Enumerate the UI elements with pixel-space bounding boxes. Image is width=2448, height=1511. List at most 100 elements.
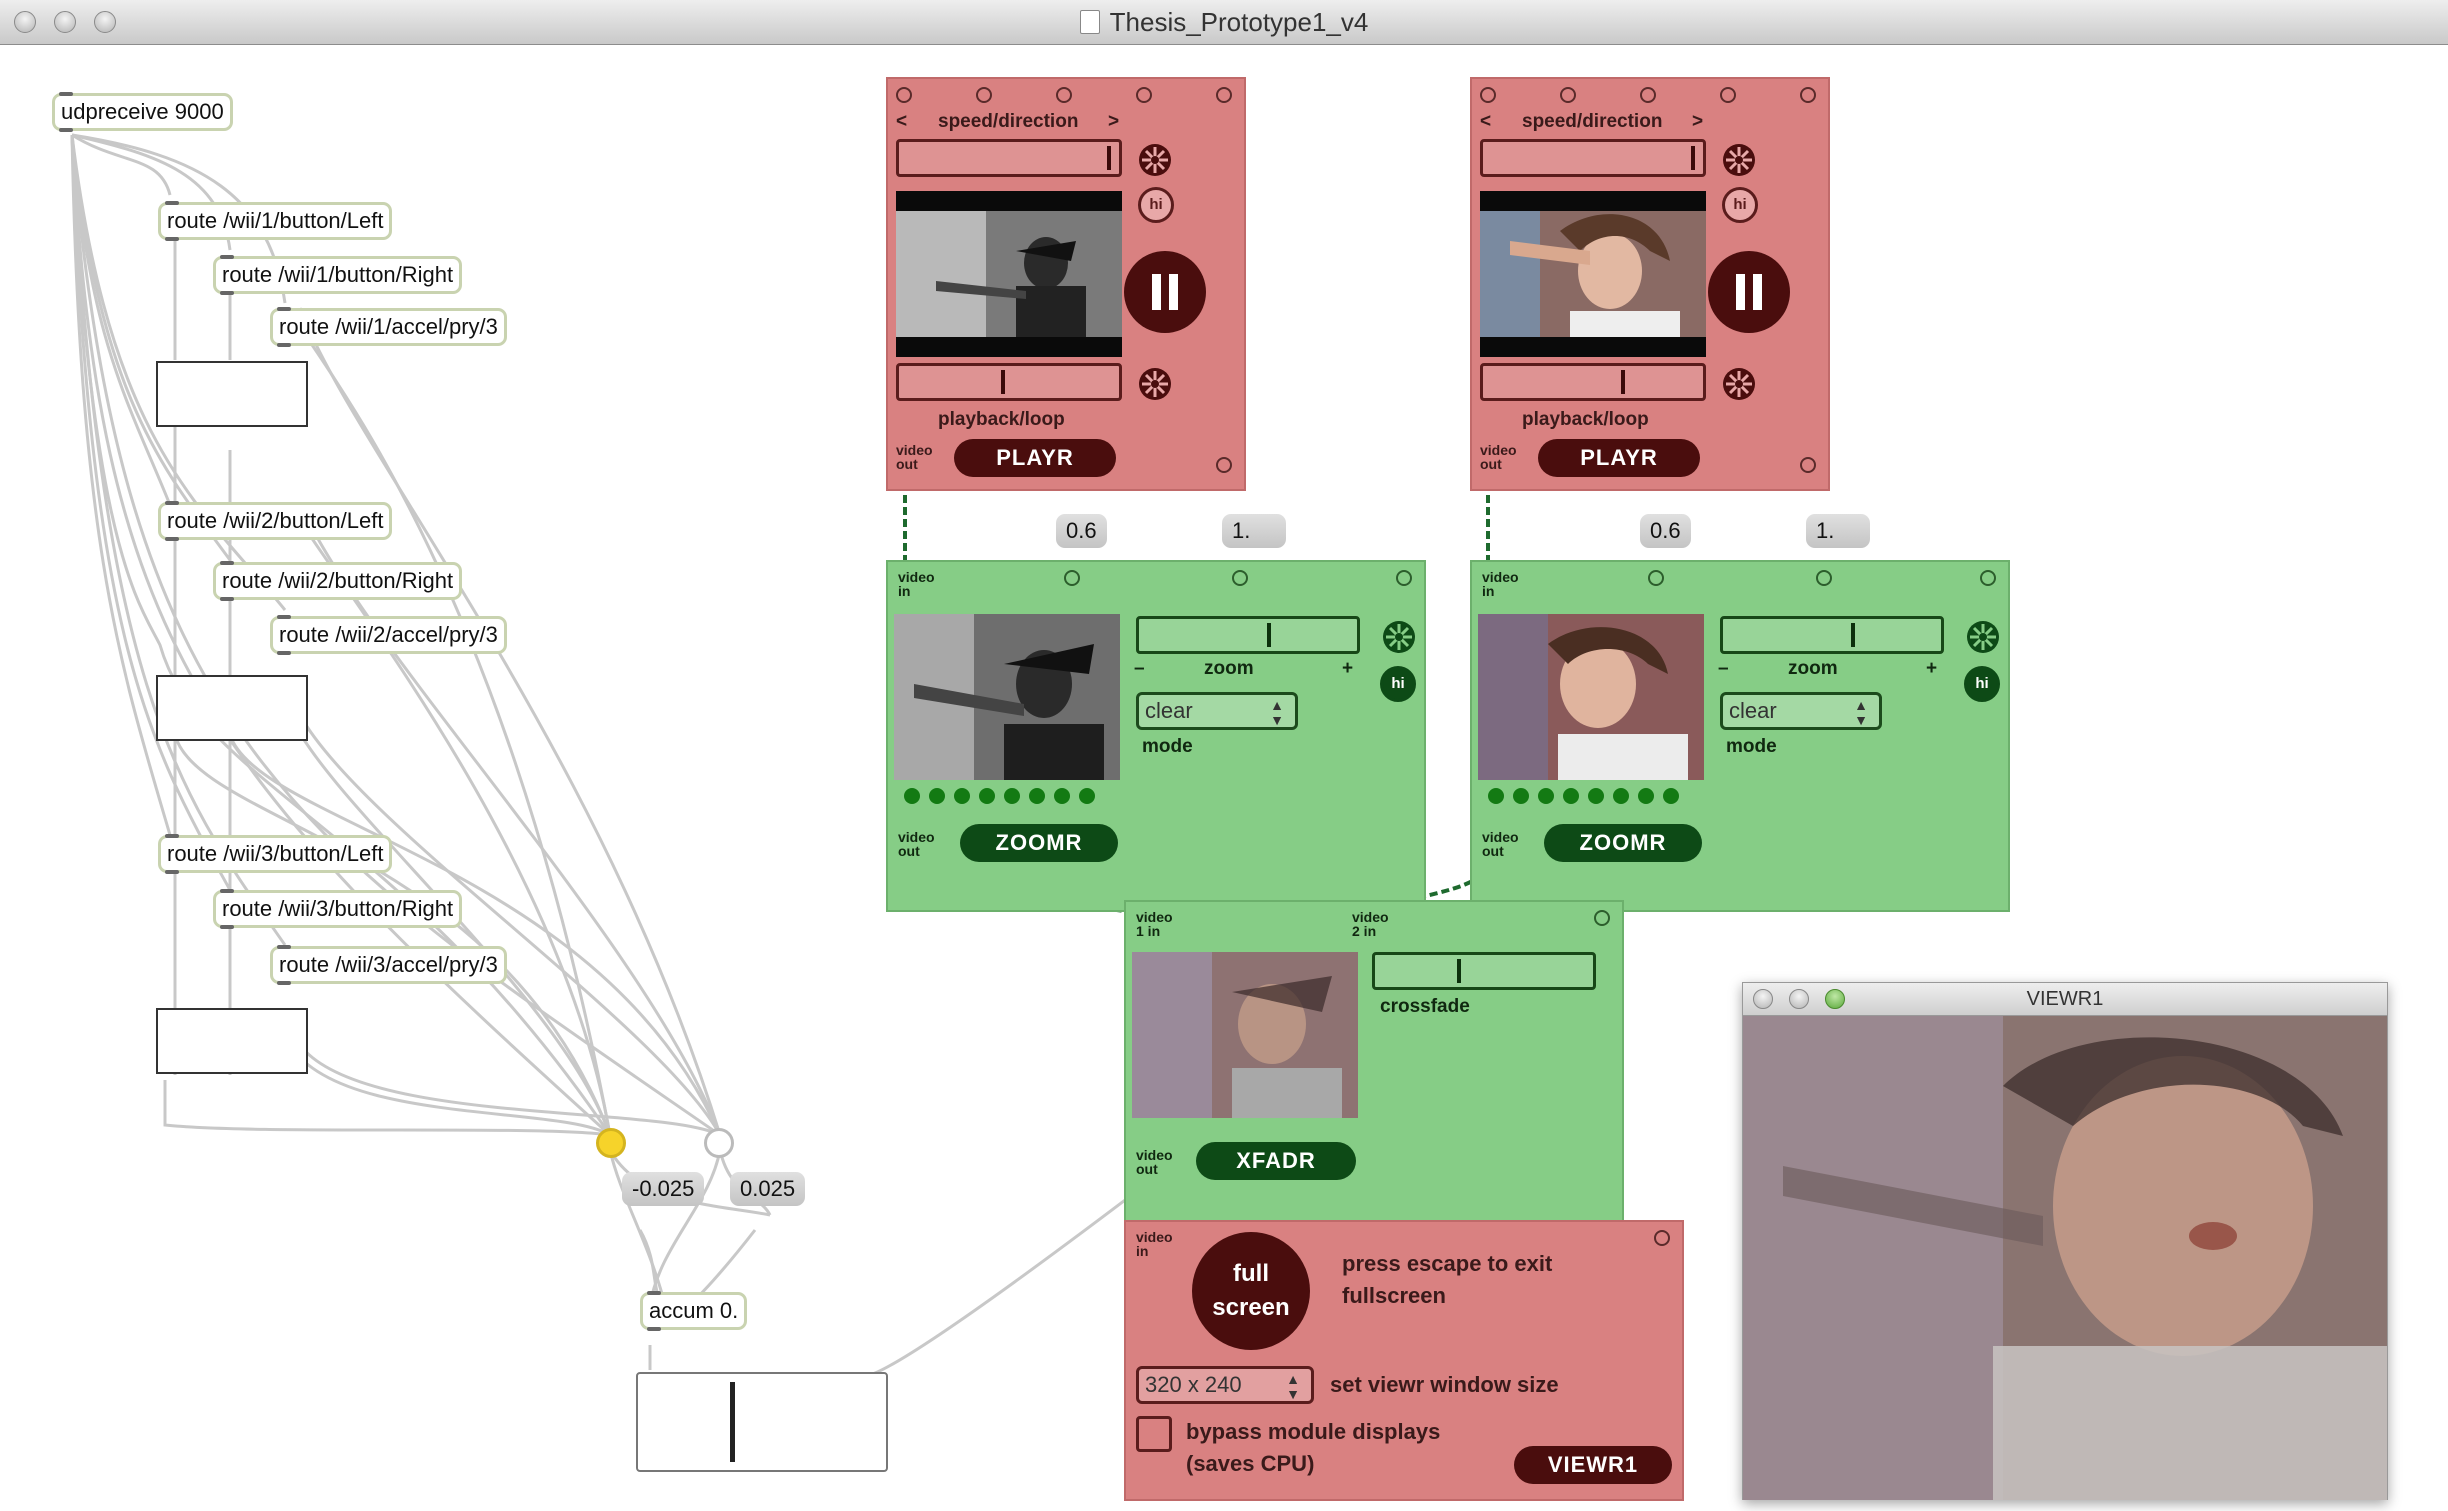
playr1-playback-knob[interactable] (1001, 370, 1005, 394)
route-wii2-right-object[interactable]: route /wii/2/button/Right (213, 561, 463, 601)
number-box-negative[interactable]: -0.025 (622, 1172, 705, 1206)
zoomr2-inlet-3[interactable] (1816, 570, 1832, 586)
zoomr2-inlet-4[interactable] (1980, 570, 1996, 586)
zoomr1-inlet-4[interactable] (1396, 570, 1412, 586)
playr2-hi-button[interactable]: hi (1722, 187, 1758, 223)
playr2-loop-gear-icon[interactable] (1720, 365, 1758, 403)
playr2-playback-knob[interactable] (1621, 370, 1625, 394)
zoomr1-number-b[interactable]: 1. (1222, 514, 1286, 548)
udpreceive-object[interactable]: udpreceive 9000 (52, 92, 233, 132)
zoomr2-video-out-label: video out (1482, 830, 1519, 858)
zoomr1-mode-dropdown[interactable]: clear ▲ ▼ (1136, 692, 1298, 730)
subpatch-box-2[interactable] (156, 675, 308, 741)
playr2-speed-knob[interactable] (1691, 146, 1695, 170)
subpatch-box-3[interactable] (156, 1008, 308, 1074)
escape-line1: press escape to exit (1342, 1251, 1553, 1276)
zoomr1-number-a[interactable]: 0.6 (1056, 514, 1107, 548)
playr1-loop-gear-icon[interactable] (1136, 365, 1174, 403)
zoomr2-name-button[interactable]: ZOOMR (1544, 824, 1702, 862)
playr2-video-out-label: video out (1480, 443, 1517, 471)
route-wii2-accel-object[interactable]: route /wii/2/accel/pry/3 (270, 615, 507, 655)
route-wii3-right-object[interactable]: route /wii/3/button/Right (213, 889, 463, 929)
xfadr-crossfade-slider[interactable] (1372, 952, 1596, 990)
playr2-speed-label: speed/direction (1522, 111, 1663, 132)
escape-line2: fullscreen (1342, 1283, 1446, 1308)
playr1-pause-button[interactable] (1124, 251, 1206, 333)
xfadr-video-out-line2: out (1136, 1161, 1158, 1177)
playr2-speed-gear-icon[interactable] (1720, 141, 1758, 179)
playr1-playback-slider[interactable] (896, 363, 1122, 401)
zoomr1-inlet-3[interactable] (1232, 570, 1248, 586)
playr2-playback-slider[interactable] (1480, 363, 1706, 401)
playr1-inlet-5[interactable] (1216, 87, 1232, 103)
playr1-inlet-4[interactable] (1136, 87, 1152, 103)
playr2-pause-button[interactable] (1708, 251, 1790, 333)
zoomr2-mode-dropdown[interactable]: clear ▲ ▼ (1720, 692, 1882, 730)
playr2-inlet-3[interactable] (1640, 87, 1656, 103)
zoomr1-gear-icon[interactable] (1380, 618, 1418, 656)
route-wii3-left-object[interactable]: route /wii/3/button/Left (158, 834, 393, 874)
zoomr2-number-a[interactable]: 0.6 (1640, 514, 1691, 548)
toggle-left[interactable] (596, 1128, 626, 1158)
route-wii2-left-object[interactable]: route /wii/2/button/Left (158, 501, 393, 541)
playr1-name-button[interactable]: PLAYR (954, 439, 1116, 477)
slider-display[interactable] (636, 1372, 888, 1472)
route-wii3-accel-object[interactable]: route /wii/3/accel/pry/3 (270, 945, 507, 985)
playr2-inlet-5[interactable] (1800, 87, 1816, 103)
zoomr1-name-button[interactable]: ZOOMR (960, 824, 1118, 862)
xfadr-name-button[interactable]: XFADR (1196, 1142, 1356, 1180)
viewr1-titlebar[interactable]: VIEWR1 (1743, 983, 2387, 1016)
patcher-canvas[interactable]: udpreceive 9000 route /wii/1/button/Left… (0, 45, 2448, 1511)
viewr-video-in-line2: in (1136, 1243, 1149, 1259)
subpatch-box-1[interactable] (156, 361, 308, 427)
bypass-line2: (saves CPU) (1186, 1451, 1315, 1476)
playr2-inlet-1[interactable] (1480, 87, 1496, 103)
playr2-playback-label: playback/loop (1522, 409, 1649, 430)
playr1-speed-slider[interactable] (896, 139, 1122, 177)
zoomr2-hi-button[interactable]: hi (1964, 666, 2000, 702)
zoomr1-hi-button[interactable]: hi (1380, 666, 1416, 702)
xfadr-video-preview (1132, 952, 1358, 1118)
xfadr-crossfade-label: crossfade (1380, 996, 1470, 1017)
playr1-hi-button[interactable]: hi (1138, 187, 1174, 223)
bypass-checkbox[interactable] (1136, 1416, 1172, 1452)
accum-object[interactable]: accum 0. (640, 1291, 748, 1331)
viewr-name-button[interactable]: VIEWR1 (1514, 1446, 1672, 1484)
playr1-speed-knob[interactable] (1107, 146, 1111, 170)
viewr-inlet-2[interactable] (1654, 1230, 1670, 1246)
xfadr-crossfade-knob[interactable] (1457, 959, 1461, 983)
zoomr2-inlet-2[interactable] (1648, 570, 1664, 586)
playr2-inlet-4[interactable] (1720, 87, 1736, 103)
playr2-more: > (1692, 111, 1704, 132)
slider-display-knob[interactable] (730, 1382, 735, 1462)
route-wii1-left-object[interactable]: route /wii/1/button/Left (158, 201, 393, 241)
document-icon (1079, 10, 1100, 34)
zoomr2-number-b[interactable]: 1. (1806, 514, 1870, 548)
zoomr1-inlet-2[interactable] (1064, 570, 1080, 586)
toggle-right[interactable] (704, 1128, 734, 1158)
window-size-dropdown[interactable]: 320 x 240 ▲ ▼ (1136, 1366, 1314, 1404)
full-screen-button[interactable]: full screen (1192, 1232, 1310, 1350)
playr1-inlet-3[interactable] (1056, 87, 1072, 103)
zoomr2-zoom-knob[interactable] (1851, 623, 1855, 647)
playr1-speed-gear-icon[interactable] (1136, 141, 1174, 179)
zoomr1-zoom-slider[interactable] (1136, 616, 1360, 654)
playr2-speed-slider[interactable] (1480, 139, 1706, 177)
playr1-outlet[interactable] (1216, 457, 1232, 473)
playr1-inlet-1[interactable] (896, 87, 912, 103)
playr2-inlet-2[interactable] (1560, 87, 1576, 103)
viewr1-window[interactable]: VIEWR1 (1742, 982, 2388, 1500)
bypass-line1: bypass module displays (1186, 1419, 1441, 1444)
zoomr2-zoom-slider[interactable] (1720, 616, 1944, 654)
number-box-positive[interactable]: 0.025 (730, 1172, 806, 1206)
zoomr1-zoom-knob[interactable] (1267, 623, 1271, 647)
route-wii1-accel-object[interactable]: route /wii/1/accel/pry/3 (270, 307, 507, 347)
zoomr1-video-preview (894, 614, 1120, 780)
playr2-outlet[interactable] (1800, 457, 1816, 473)
full-screen-line1: full (1233, 1260, 1269, 1287)
playr1-inlet-2[interactable] (976, 87, 992, 103)
route-wii1-right-object[interactable]: route /wii/1/button/Right (213, 255, 463, 295)
xfadr-inlet-3[interactable] (1594, 910, 1610, 926)
playr2-name-button[interactable]: PLAYR (1538, 439, 1700, 477)
zoomr2-gear-icon[interactable] (1964, 618, 2002, 656)
